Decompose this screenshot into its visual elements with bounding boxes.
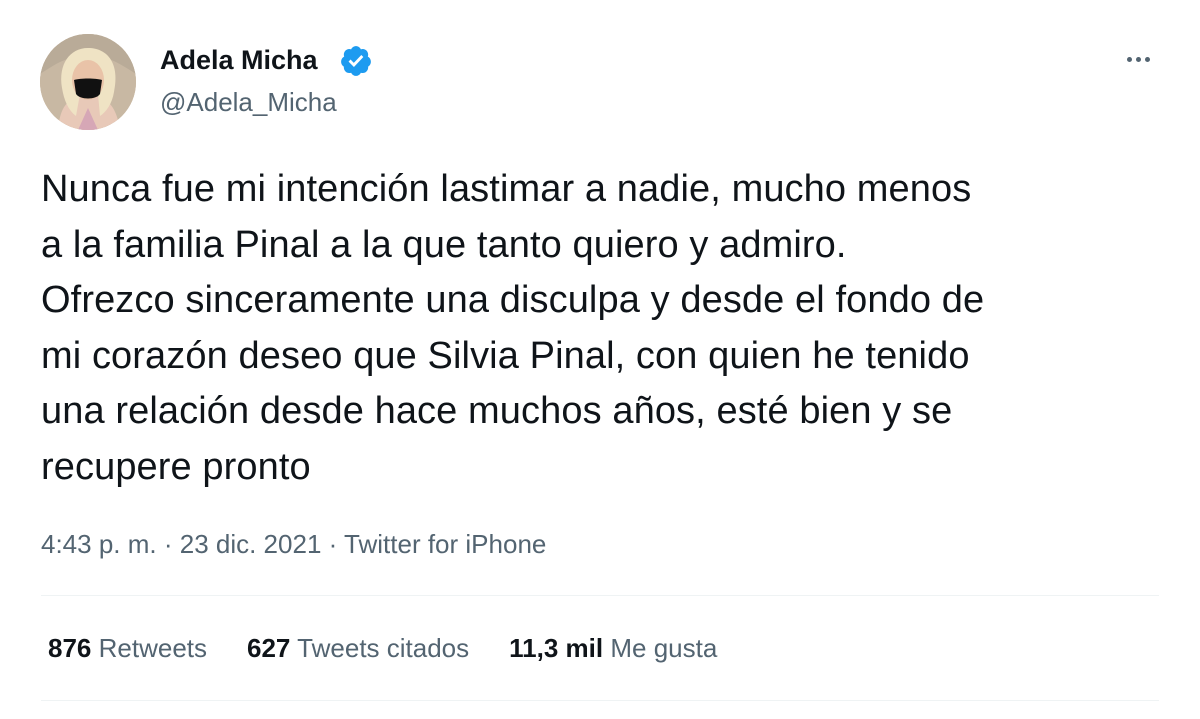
avatar[interactable] xyxy=(40,34,136,130)
tweet-meta: 4:43 p. m. · 23 dic. 2021 · Twitter for … xyxy=(41,526,546,562)
tweet-card: Adela Micha @Adela_Micha Nunca fue mi in… xyxy=(0,0,1200,719)
likes-stat[interactable]: 11,3 mil Me gusta xyxy=(509,630,717,670)
tweet-date[interactable]: 23 dic. 2021 xyxy=(180,529,322,559)
tweet-text: Nunca fue mi intención lastimar a nadie,… xyxy=(41,168,985,488)
divider xyxy=(41,595,1159,596)
likes-count: 11,3 mil xyxy=(509,633,604,663)
user-handle[interactable]: @Adela_Micha xyxy=(160,86,337,118)
meta-separator: · xyxy=(156,529,180,559)
more-options-icon[interactable] xyxy=(1118,44,1158,74)
verified-badge-icon xyxy=(339,44,373,78)
retweets-stat[interactable]: 876 Retweets xyxy=(48,630,207,670)
meta-separator: · xyxy=(321,529,345,559)
display-name[interactable]: Adela Micha xyxy=(160,44,318,76)
quotes-stat[interactable]: 627 Tweets citados xyxy=(247,630,469,670)
quotes-count: 627 xyxy=(247,633,291,663)
retweets-count: 876 xyxy=(48,633,92,663)
retweets-label: Retweets xyxy=(98,633,208,663)
tweet-time[interactable]: 4:43 p. m. xyxy=(41,529,157,559)
tweet-stats: 876 Retweets 627 Tweets citados 11,3 mil… xyxy=(48,630,757,670)
divider xyxy=(41,700,1159,701)
quotes-label: Tweets citados xyxy=(297,633,470,663)
likes-label: Me gusta xyxy=(610,633,718,663)
tweet-source[interactable]: Twitter for iPhone xyxy=(344,529,546,559)
avatar-image xyxy=(40,34,136,130)
